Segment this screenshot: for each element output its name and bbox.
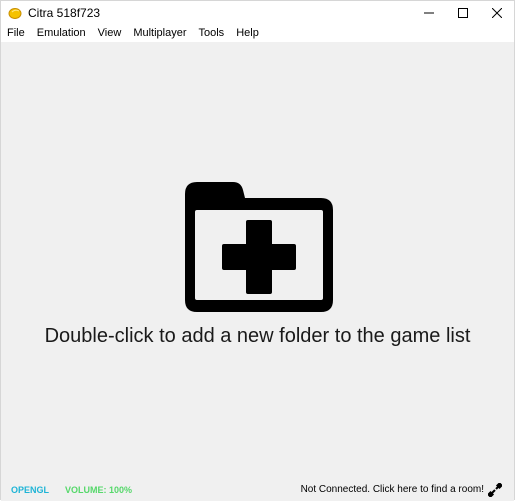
title-bar[interactable]: Citra 518f723 [1,1,514,24]
window-controls [412,1,514,24]
menu-file[interactable]: File [1,24,31,42]
minimize-icon [424,12,434,13]
add-folder-icon[interactable] [183,180,335,314]
menu-view[interactable]: View [92,24,128,42]
maximize-button[interactable] [446,1,480,24]
volume-indicator[interactable]: VOLUME: 100% [65,485,132,495]
citra-logo-icon [8,7,22,19]
menu-tools[interactable]: Tools [193,24,231,42]
citra-window: Citra 518f723 File Emulation View Multip… [0,0,515,501]
window-title: Citra 518f723 [28,5,101,20]
network-status-link[interactable]: Not Connected. Click here to find a room… [301,479,484,501]
menu-multiplayer[interactable]: Multiplayer [127,24,192,42]
network-disconnected-icon[interactable] [488,483,502,497]
renderer-indicator[interactable]: OPENGL [11,485,49,495]
minimize-button[interactable] [412,1,446,24]
menu-help[interactable]: Help [230,24,265,42]
close-button[interactable] [480,1,514,24]
status-bar: OPENGL VOLUME: 100% Not Connected. Click… [1,479,514,501]
close-icon [492,7,502,18]
game-list-area[interactable]: Double-click to add a new folder to the … [1,42,514,479]
menu-bar: File Emulation View Multiplayer Tools He… [1,24,514,42]
maximize-icon [458,7,468,18]
menu-emulation[interactable]: Emulation [31,24,92,42]
empty-game-list-hint: Double-click to add a new folder to the … [44,325,471,347]
